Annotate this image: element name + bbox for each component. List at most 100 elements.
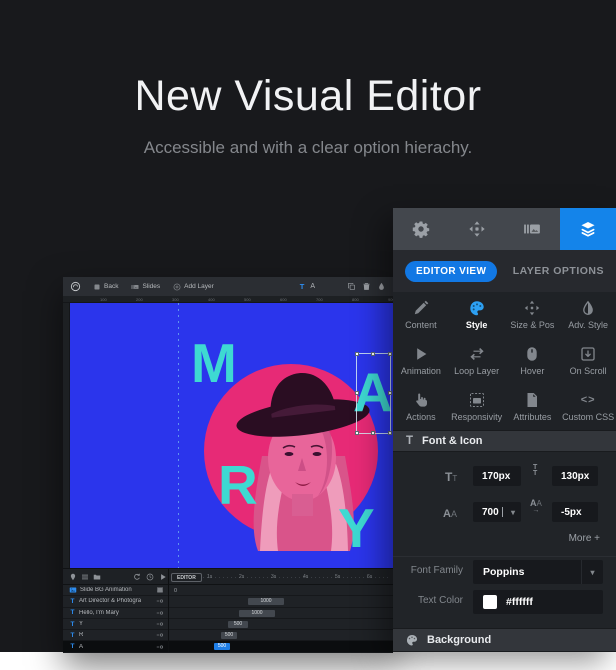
- ruler-mark: 800: [352, 297, 359, 302]
- selection-handle[interactable]: [355, 391, 359, 395]
- slides-button[interactable]: Slides: [131, 283, 160, 291]
- ease-icon[interactable]: [156, 631, 164, 639]
- ease-icon[interactable]: [156, 609, 164, 617]
- option-label: Actions: [406, 412, 436, 422]
- text-layer-icon: T: [69, 632, 76, 639]
- panel-tab-settings[interactable]: [393, 208, 449, 250]
- option-attributes[interactable]: Attributes: [505, 384, 561, 430]
- ease-icon[interactable]: [156, 597, 164, 605]
- ruler-mark: 400: [208, 297, 215, 302]
- selection-handle[interactable]: [355, 431, 359, 435]
- ruler-mark: 600: [280, 297, 287, 302]
- panel-view-bar: EDITOR VIEW LAYER OPTIONS: [393, 250, 616, 292]
- layer-options-title: LAYER OPTIONS: [513, 265, 604, 277]
- timeline-row-art-director[interactable]: TArt Director & Photogra1000: [63, 596, 393, 607]
- selection-handle[interactable]: [355, 352, 359, 356]
- option-label: Style: [466, 320, 488, 330]
- timeline-editor-button[interactable]: EDITOR: [171, 573, 202, 582]
- text-color-input[interactable]: #ffffff: [473, 590, 603, 614]
- option-actions[interactable]: Actions: [393, 384, 449, 430]
- timeline-duration-bar[interactable]: 1000: [239, 610, 275, 617]
- style-droplet-icon[interactable]: [377, 282, 386, 291]
- pin-icon[interactable]: [69, 573, 77, 581]
- option-responsivity[interactable]: Responsivity: [449, 384, 505, 430]
- ruler-mark: 200: [136, 297, 143, 302]
- timeline-row-letter-y[interactable]: TY500: [63, 619, 393, 630]
- selection-handle[interactable]: [388, 431, 392, 435]
- folder-icon[interactable]: [93, 573, 101, 581]
- horizontal-ruler: 100200300400500600700800900: [63, 296, 393, 303]
- option-animation[interactable]: Animation: [393, 338, 449, 384]
- layers-icon: [579, 220, 597, 238]
- editor-view-badge[interactable]: EDITOR VIEW: [405, 261, 497, 282]
- duplicate-icon[interactable]: [347, 282, 356, 291]
- canvas-letter-y[interactable]: Y: [338, 501, 375, 556]
- timeline-duration-bar[interactable]: 500: [228, 621, 248, 628]
- panel-tab-layers[interactable]: [560, 208, 616, 250]
- timeline-row-hello-mary[interactable]: THello, I'm Mary1000: [63, 608, 393, 619]
- slide-canvas[interactable]: MARY: [70, 303, 393, 568]
- chevron-down-icon: ▾: [505, 508, 521, 517]
- text-layer-icon: T: [69, 598, 76, 605]
- page-subtitle: Accessible and with a clear option hiera…: [0, 138, 616, 158]
- layer-type-indicator: T: [300, 282, 305, 291]
- font-weight-select[interactable]: 700 ▾: [473, 502, 521, 522]
- editor-toolbar: Back Slides Add Layer T A: [63, 277, 393, 296]
- selection-handle[interactable]: [388, 391, 392, 395]
- panel-tab-bar: [393, 208, 616, 250]
- letter-spacing-input[interactable]: [552, 502, 598, 522]
- ease-icon[interactable]: [156, 620, 164, 628]
- palette-icon: [406, 634, 418, 646]
- timeline-row-slide-bg[interactable]: Slide BG Animation0: [63, 585, 393, 596]
- option-style[interactable]: Style: [449, 292, 505, 338]
- timeline-second-mark: 2s: [239, 574, 244, 580]
- panel-tab-slides[interactable]: [505, 208, 561, 250]
- option-on-scroll[interactable]: On Scroll: [560, 338, 616, 384]
- font-size-icon: TT: [445, 468, 457, 486]
- canvas-letter-m[interactable]: M: [191, 336, 237, 391]
- timeline-row-letter-a[interactable]: TA500: [63, 641, 393, 652]
- refresh-icon[interactable]: [133, 573, 141, 581]
- section-font-icon[interactable]: T Font & Icon: [393, 430, 616, 452]
- delete-icon[interactable]: [362, 282, 371, 291]
- panel-tab-modules[interactable]: [449, 208, 505, 250]
- font-size-input[interactable]: [473, 466, 521, 486]
- option-loop-layer[interactable]: Loop Layer: [449, 338, 505, 384]
- section-background[interactable]: Background: [393, 628, 616, 652]
- add-layer-button[interactable]: Add Layer: [173, 283, 214, 291]
- background-section-title: Background: [427, 634, 491, 646]
- option-content[interactable]: Content: [393, 292, 449, 338]
- play-icon[interactable]: [159, 573, 167, 581]
- color-swatch: [483, 595, 497, 609]
- film-icon[interactable]: [156, 586, 164, 594]
- timeline-ruler: [203, 577, 390, 578]
- timeline-duration-bar[interactable]: 500: [221, 632, 237, 639]
- option-custom-css[interactable]: <>Custom CSS: [560, 384, 616, 430]
- timeline-row-letter-r[interactable]: TR500: [63, 630, 393, 641]
- line-height-input[interactable]: [552, 466, 598, 486]
- selection-handle[interactable]: [388, 352, 392, 356]
- option-adv-style[interactable]: Adv. Style: [560, 292, 616, 338]
- option-hover[interactable]: Hover: [505, 338, 561, 384]
- canvas-letter-r[interactable]: R: [218, 458, 258, 513]
- screen-icon: [469, 392, 485, 408]
- more-link[interactable]: More +: [569, 533, 600, 544]
- add-layer-label: Add Layer: [184, 283, 214, 290]
- ease-icon[interactable]: [156, 643, 164, 651]
- timeline-duration-bar[interactable]: 500: [214, 643, 230, 650]
- selection-handle[interactable]: [371, 352, 375, 356]
- chevron-down-icon: ▾: [581, 560, 603, 584]
- back-button[interactable]: Back: [93, 283, 118, 291]
- selection-handle[interactable]: [371, 431, 375, 435]
- contrast-drop-icon: [580, 300, 596, 316]
- selection-box[interactable]: [356, 353, 391, 434]
- ruler-mark: 700: [316, 297, 323, 302]
- clock-icon[interactable]: [146, 573, 154, 581]
- list-icon[interactable]: [81, 573, 89, 581]
- font-family-select[interactable]: Poppins ▾: [473, 560, 603, 584]
- loop-icon: [469, 346, 485, 362]
- option-label: Attributes: [513, 412, 551, 422]
- option-size-pos[interactable]: Size & Pos: [505, 292, 561, 338]
- timeline-duration-bar[interactable]: 1000: [248, 598, 284, 605]
- app-logo-icon: [70, 281, 81, 292]
